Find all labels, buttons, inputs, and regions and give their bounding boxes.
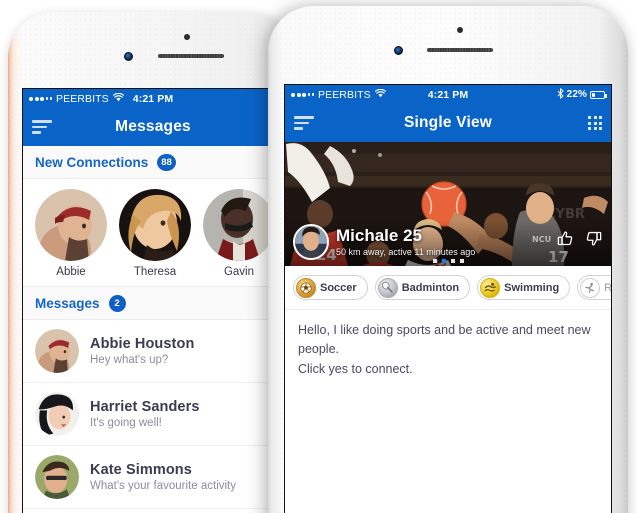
signal-strength-icon: [29, 96, 52, 101]
earpiece-speaker: [158, 54, 224, 58]
profile-text: Michale 25 50 km away, active 11 minutes…: [336, 225, 476, 258]
status-left-group: PEERBITS: [29, 92, 124, 105]
carousel-pagination[interactable]: [285, 259, 611, 263]
list-item-text: Harriet Sanders It's going well!: [90, 399, 200, 429]
profile-actions: [557, 230, 602, 252]
interest-tag-label: Badminton: [401, 281, 460, 294]
front-camera-icon: [124, 52, 133, 61]
avatar: [35, 189, 107, 261]
avatar: [203, 189, 275, 261]
battery-icon: [590, 90, 607, 99]
bio-line-1: Hello, I like doing sports and be active…: [298, 323, 591, 357]
connection-item[interactable]: Gavin: [203, 189, 275, 278]
interest-tag-label: Running: [604, 282, 611, 294]
interest-tag-running[interactable]: Running: [577, 275, 611, 300]
bluetooth-icon: [557, 87, 564, 102]
carrier-label: PEERBITS: [56, 92, 109, 105]
right-phone-device: PEERBITS 4:21 PM 22% Single View CYBR Mi…: [268, 6, 628, 513]
interest-tag-list: Soccer Badminton Swimming: [285, 266, 611, 309]
left-phone-device: PEERBITS 4:21 PM Messages New Connection…: [8, 12, 296, 513]
connection-name: Gavin: [223, 266, 255, 278]
bio-line-2: Click yes to connect.: [298, 361, 413, 376]
avatar: [119, 189, 191, 261]
thread-preview: What's your favourite activity: [90, 480, 236, 492]
carousel-dot[interactable]: [450, 259, 455, 263]
avatar: [35, 329, 79, 373]
messages-count-badge: 2: [108, 295, 126, 312]
messages-title: Messages: [35, 296, 100, 311]
left-nav-bar: Messages: [23, 108, 283, 146]
running-icon: [580, 277, 601, 298]
thread-preview: It's going well!: [90, 417, 162, 429]
left-status-bar: PEERBITS 4:21 PM: [23, 89, 283, 108]
list-item[interactable]: Kate Simmons What's your favourite activ…: [23, 446, 283, 509]
screenshot-stage: PEERBITS 4:21 PM Messages New Connection…: [0, 0, 636, 513]
carousel-dot[interactable]: [459, 259, 464, 263]
thumbs-up-icon[interactable]: [557, 230, 574, 252]
profile-bio: Hello, I like doing sports and be active…: [285, 310, 611, 390]
thread-name: Kate Simmons: [90, 462, 192, 478]
connection-name: Abbie: [56, 266, 86, 278]
signal-strength-icon: [291, 92, 314, 97]
ambient-sensor: [457, 27, 463, 33]
interest-tag-soccer[interactable]: Soccer: [293, 275, 368, 300]
thumbs-down-icon[interactable]: [585, 230, 602, 252]
page-title: Single View: [403, 114, 493, 131]
new-connections-list[interactable]: Abbie Theresa Gavin: [23, 179, 283, 286]
thread-name: Harriet Sanders: [90, 399, 200, 415]
list-item-text: Abbie Houston Hey what's up?: [90, 336, 194, 366]
wifi-icon: [374, 88, 386, 101]
wifi-icon: [112, 92, 124, 105]
carousel-dot-active[interactable]: [441, 259, 446, 263]
interest-tag-label: Soccer: [320, 281, 357, 294]
connection-name: Theresa: [133, 266, 177, 278]
earpiece-speaker: [427, 48, 493, 52]
status-right-group: 22%: [557, 87, 607, 102]
badminton-icon: [377, 277, 398, 298]
battery-percent-label: 22%: [566, 89, 587, 100]
list-item-text: Kate Simmons What's your favourite activ…: [90, 462, 236, 492]
interest-tag-label: Swimming: [504, 281, 560, 294]
grid-view-icon[interactable]: [588, 116, 602, 130]
soccer-ball-icon: [296, 277, 316, 298]
left-phone-screen: PEERBITS 4:21 PM Messages New Connection…: [22, 88, 284, 513]
right-status-bar: PEERBITS 4:21 PM 22%: [285, 85, 611, 104]
profile-subtitle: 50 km away, active 11 minutes ago: [336, 247, 476, 258]
new-connections-count-badge: 88: [157, 154, 176, 171]
message-thread-list: Abbie Houston Hey what's up? Harriet San…: [23, 320, 283, 509]
list-item[interactable]: Abbie Houston Hey what's up?: [23, 320, 283, 383]
messages-header: Messages 2: [23, 286, 283, 320]
avatar: [293, 224, 329, 260]
profile-summary: Michale 25 50 km away, active 11 minutes…: [293, 224, 475, 260]
profile-name: Michale 25: [336, 225, 422, 245]
right-nav-bar: Single View: [285, 104, 611, 142]
new-connections-header: New Connections 88: [23, 146, 283, 179]
right-phone-screen: PEERBITS 4:21 PM 22% Single View CYBR Mi…: [284, 84, 612, 513]
interest-tag-swimming[interactable]: Swimming: [477, 275, 571, 300]
hamburger-menu-icon[interactable]: [294, 116, 314, 130]
swimming-icon: [480, 277, 501, 298]
interest-tag-badminton[interactable]: Badminton: [374, 275, 471, 300]
front-camera-icon: [394, 46, 403, 55]
page-title: Messages: [115, 118, 191, 135]
carousel-dot[interactable]: [432, 259, 437, 263]
thread-name: Abbie Houston: [90, 336, 195, 352]
status-left-group: PEERBITS: [291, 88, 386, 101]
carrier-label: PEERBITS: [318, 88, 371, 101]
avatar: [35, 392, 79, 436]
hamburger-menu-icon[interactable]: [32, 120, 52, 134]
list-item[interactable]: Harriet Sanders It's going well!: [23, 383, 283, 446]
ambient-sensor: [184, 34, 190, 40]
thread-preview: Hey what's up?: [90, 354, 169, 366]
new-connections-title: New Connections: [35, 155, 149, 170]
profile-photo-carousel[interactable]: CYBR 24: [285, 142, 611, 266]
avatar: [35, 455, 79, 499]
connection-item[interactable]: Abbie: [35, 189, 107, 278]
connection-item[interactable]: Theresa: [119, 189, 191, 278]
